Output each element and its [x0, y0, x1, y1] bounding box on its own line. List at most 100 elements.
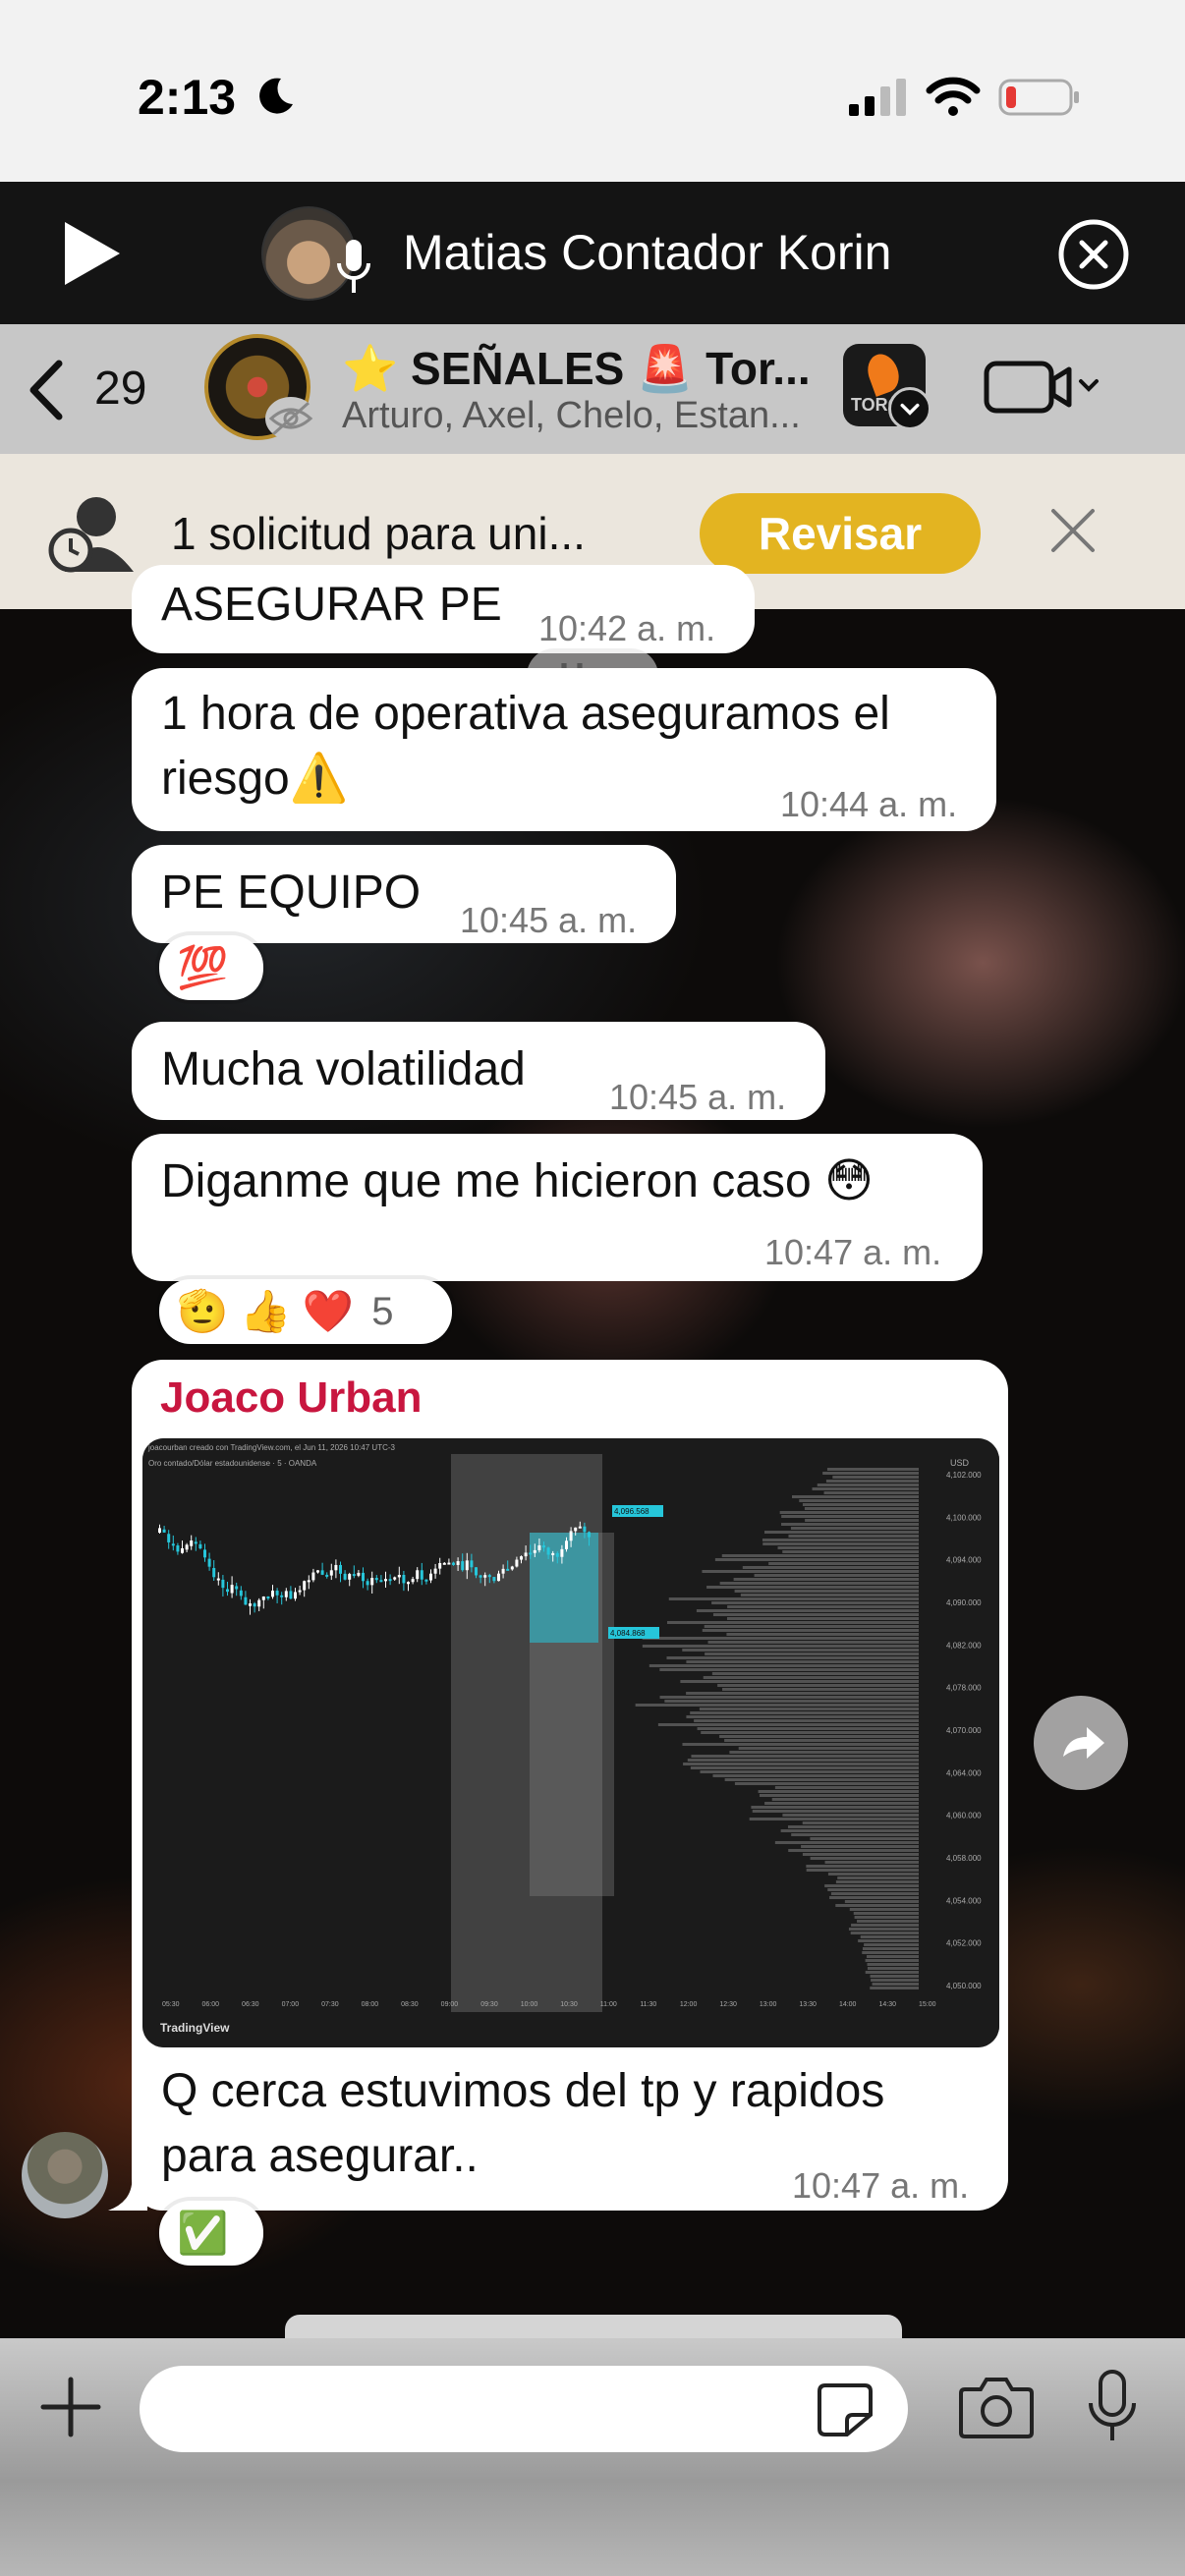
message-reaction[interactable]: 💯 — [159, 935, 263, 1000]
volume-profile-bar — [700, 1770, 919, 1773]
chart-svg: joacourban creado con TradingView.com, e… — [142, 1438, 999, 2047]
message-text: PE EQUIPO — [161, 867, 422, 919]
time-tick-label: 08:00 — [362, 2001, 379, 2008]
message-reactions[interactable]: 🫡 👍 ❤️ 5 — [159, 1279, 452, 1344]
volume-profile-bar — [787, 1825, 919, 1828]
candle-body — [221, 1579, 225, 1589]
trading-chart-image[interactable]: joacourban creado con TradingView.com, e… — [142, 1438, 999, 2047]
group-name[interactable]: ⭐ SEÑALES 🚨 Tor... — [342, 342, 811, 396]
price-tick-label: 4,094.000 — [946, 1556, 982, 1565]
camera-icon[interactable] — [957, 2374, 1036, 2440]
review-button[interactable]: Revisar — [700, 493, 981, 574]
candle-body — [320, 1570, 324, 1575]
volume-profile-bar — [791, 1495, 919, 1498]
volume-profile-bar — [810, 1857, 919, 1860]
volume-profile-bar — [866, 1955, 919, 1958]
candle-body — [198, 1543, 202, 1549]
price-tick-label: 4,070.000 — [946, 1726, 982, 1735]
message-time: 10:45 a. m. — [460, 900, 638, 940]
price-tick-label: 4,060.000 — [946, 1812, 982, 1820]
sender-avatar[interactable] — [22, 2132, 108, 2218]
video-call-icon[interactable] — [983, 358, 1100, 417]
group-members[interactable]: Arturo, Axel, Chelo, Estan... — [342, 395, 801, 437]
volume-profile-bar — [682, 1649, 919, 1652]
candle-body — [325, 1574, 329, 1577]
volume-profile-bar — [835, 1880, 919, 1883]
bubble-tail — [108, 2171, 147, 2211]
volume-profile-bar — [635, 1704, 919, 1707]
sender-name[interactable]: Joaco Urban — [160, 1373, 423, 1423]
volume-profile-bar — [830, 1892, 919, 1895]
volume-profile-bar — [862, 1951, 919, 1954]
message-reaction[interactable]: ✅ — [159, 2201, 263, 2266]
volume-profile-bar — [812, 1487, 919, 1490]
message-text: 1 hora de operativa aseguramos el — [161, 688, 890, 740]
reaction-count: 5 — [371, 1289, 394, 1333]
volume-profile-bar — [726, 1633, 919, 1636]
volume-profile-bar — [764, 1802, 919, 1805]
volume-profile-bar — [781, 1523, 919, 1526]
time-tick-label: 07:30 — [321, 2001, 339, 2008]
volume-profile-bar — [696, 1609, 919, 1612]
volume-profile-bar — [762, 1539, 919, 1541]
volume-profile-bar — [802, 1821, 919, 1824]
candle-body — [271, 1591, 274, 1597]
price-tick-label: 4,100.000 — [946, 1513, 982, 1522]
status-time: 2:13 — [138, 70, 237, 125]
message-bubble[interactable]: Mucha volatilidad 10:45 a. m. — [132, 1022, 825, 1120]
close-call-icon[interactable] — [1057, 218, 1130, 291]
sticker-icon[interactable] — [816, 2381, 875, 2438]
candle-body — [529, 1552, 533, 1555]
volume-profile-bar — [706, 1586, 919, 1589]
candle-body — [185, 1544, 189, 1550]
close-icon[interactable] — [1049, 507, 1097, 554]
message-bubble[interactable]: PE EQUIPO 10:45 a. m. — [132, 845, 676, 943]
candle-body — [334, 1564, 338, 1571]
candle-body — [167, 1534, 171, 1542]
candle-body — [261, 1596, 265, 1600]
volume-profile-bar — [758, 1790, 919, 1793]
volume-profile-bar — [777, 1546, 919, 1549]
volume-profile-bar — [806, 1869, 919, 1872]
volume-profile-bar — [862, 1947, 919, 1950]
candle-body — [298, 1590, 302, 1593]
candle-body — [542, 1544, 545, 1548]
message-input[interactable] — [140, 2366, 908, 2452]
volume-profile-bar — [864, 1943, 919, 1946]
time-tick-label: 11:00 — [600, 2001, 617, 2008]
volume-profile-bar — [824, 1861, 919, 1864]
back-unread-count[interactable]: 29 — [94, 362, 146, 416]
plus-icon[interactable] — [39, 2376, 102, 2438]
volume-profile-bar — [642, 1637, 919, 1640]
volume-profile-bar — [771, 1798, 919, 1801]
cellular-signal-icon — [849, 79, 906, 116]
message-bubble[interactable]: 1 hora de operativa aseguramos el riesgo… — [132, 668, 996, 831]
message-bubble[interactable]: ASEGURAR PE 10:42 a. m. — [132, 565, 755, 653]
moon-icon — [259, 78, 293, 114]
message-bubble[interactable]: Diganme que me hicieron caso 😳 10:47 a. … — [132, 1134, 983, 1281]
price-tick-label: 4,050.000 — [946, 1982, 982, 1990]
volume-profile-bar — [865, 1971, 919, 1974]
candle-body — [257, 1599, 261, 1607]
volume-profile-bar — [666, 1621, 919, 1624]
volume-profile-bar — [764, 1531, 919, 1534]
time-tick-label: 11:30 — [640, 2001, 656, 2008]
volume-profile-bar — [858, 1939, 919, 1942]
volume-profile-bar — [752, 1810, 919, 1813]
volume-profile-bar — [867, 1967, 919, 1970]
volume-profile-bar — [659, 1668, 919, 1671]
message-time: 10:47 a. m. — [792, 2165, 970, 2206]
candle-body — [433, 1568, 437, 1574]
forward-icon[interactable] — [1034, 1696, 1128, 1790]
candle-body — [533, 1549, 536, 1553]
play-icon[interactable] — [61, 218, 124, 289]
chevron-down-badge-icon[interactable] — [888, 387, 931, 430]
volume-profile-bar — [668, 1597, 919, 1600]
tradingview-watermark: TradingView — [160, 2021, 230, 2035]
candle-body — [461, 1561, 465, 1571]
microphone-icon[interactable] — [1085, 2368, 1140, 2446]
back-chevron-icon[interactable] — [26, 360, 65, 420]
candle-body — [212, 1568, 216, 1578]
time-tick-label: 07:00 — [282, 2001, 300, 2008]
volume-profile-bar — [694, 1719, 919, 1722]
